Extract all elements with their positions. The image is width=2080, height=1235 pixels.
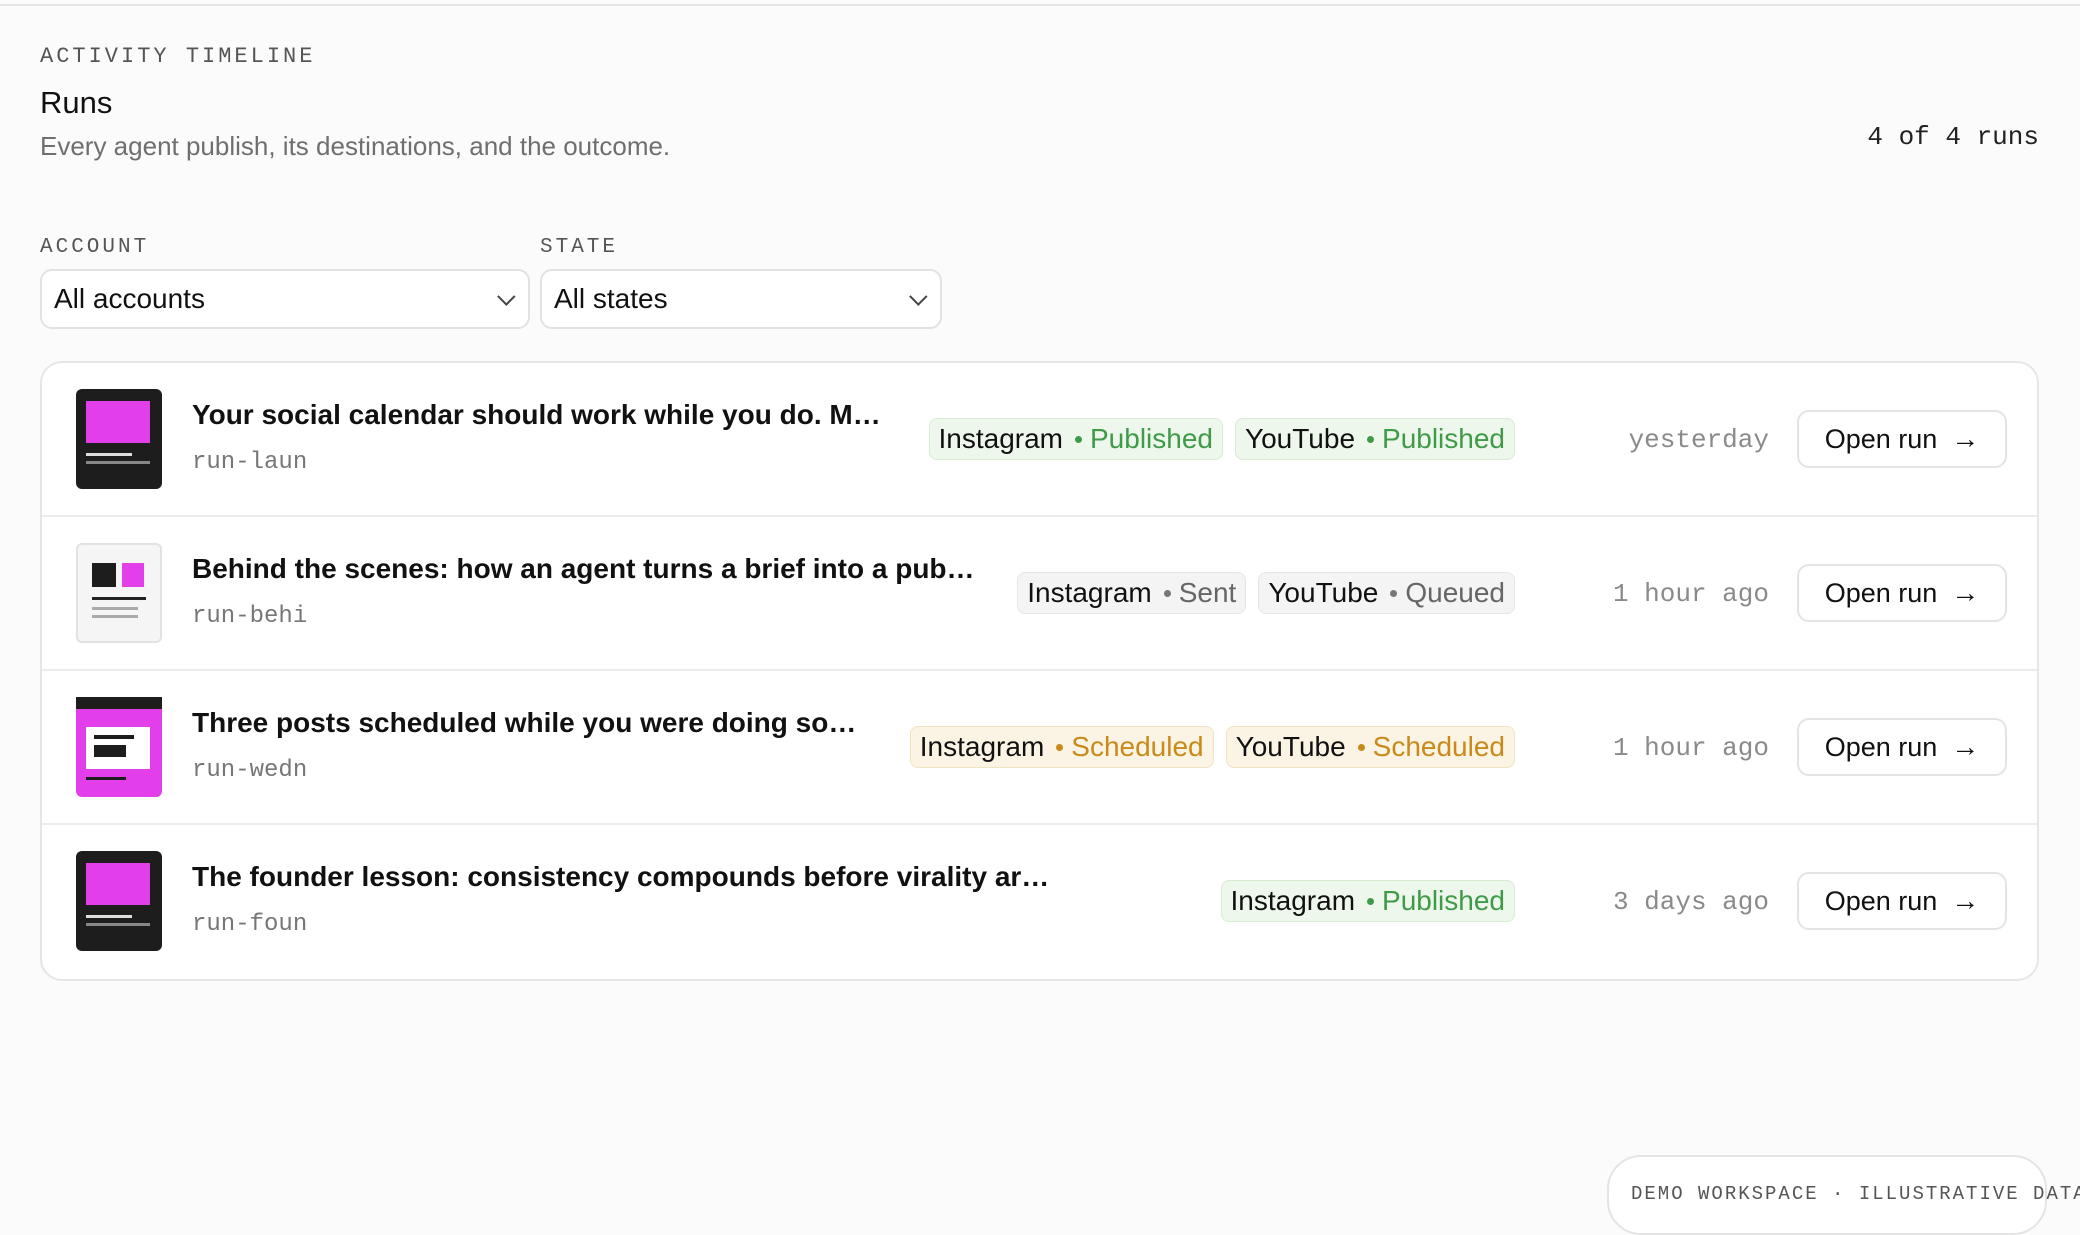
destination-pill: Instagram Sent <box>1017 572 1247 614</box>
status-dot-icon <box>1357 743 1365 751</box>
pill-platform: YouTube <box>1244 423 1356 454</box>
run-timestamp: 3 days ago <box>1612 887 1769 917</box>
status-dot-icon <box>1056 743 1064 751</box>
demo-workspace-badge: DEMO WORKSPACE · ILLUSTRATIVE DATA <box>1607 1155 2080 1235</box>
arrow-right-icon: → <box>1951 577 1980 608</box>
chevron-down-icon <box>909 286 928 306</box>
pill-status: Scheduled <box>1372 731 1505 762</box>
run-thumbnail <box>76 697 162 797</box>
state-select[interactable]: All states <box>540 269 942 329</box>
pill-platform: Instagram <box>1027 577 1152 608</box>
pill-status: Published <box>1382 423 1505 454</box>
run-row: Three posts scheduled while you were doi… <box>42 671 2037 825</box>
run-row: The founder lesson: consistency compound… <box>42 825 2037 979</box>
run-row: Behind the scenes: how an agent turns a … <box>42 517 2037 671</box>
open-run-button[interactable]: Open run → <box>1797 872 2007 930</box>
run-id: run-laun <box>192 449 308 476</box>
pill-platform: Instagram <box>919 731 1045 762</box>
destination-pill: YouTube Queued <box>1258 572 1515 614</box>
destination-pills: Instagram Sent YouTube Queued <box>1017 572 1515 614</box>
account-select[interactable]: All accounts <box>40 269 530 329</box>
run-title: Your social calendar should work while y… <box>192 399 881 430</box>
state-filter-label: STATE <box>540 236 619 259</box>
pill-status: Sent <box>1178 577 1237 608</box>
page-subtitle: Every agent publish, its destinations, a… <box>40 131 671 161</box>
section-eyebrow: ACTIVITY TIMELINE <box>40 44 316 69</box>
run-timestamp: 1 hour ago <box>1612 579 1769 609</box>
status-dot-icon <box>1075 435 1082 443</box>
run-thumbnail <box>76 389 162 489</box>
state-filter: STATE All states <box>540 236 942 329</box>
open-run-button[interactable]: Open run → <box>1797 410 2007 468</box>
page-header: ACTIVITY TIMELINE Runs Every agent publi… <box>40 44 2039 194</box>
runs-page: ACTIVITY TIMELINE Runs Every agent publi… <box>40 44 2039 981</box>
account-filter: ACCOUNT All accounts <box>40 236 530 329</box>
run-thumbnail <box>76 543 162 643</box>
pill-status: Scheduled <box>1071 731 1204 762</box>
pill-platform: Instagram <box>1230 885 1356 916</box>
run-title: The founder lesson: consistency compound… <box>192 861 1050 892</box>
open-run-button[interactable]: Open run → <box>1797 718 2007 776</box>
destination-pill: Instagram Published <box>1220 880 1515 922</box>
status-dot-icon <box>1390 589 1398 597</box>
pill-platform: Instagram <box>938 423 1064 454</box>
open-run-label: Open run <box>1824 731 1938 762</box>
status-dot-icon <box>1367 897 1375 905</box>
state-select-value: All states <box>554 283 668 314</box>
top-divider <box>0 0 2080 6</box>
destination-pill: Instagram Published <box>928 418 1223 460</box>
run-id: run-foun <box>192 911 308 938</box>
pill-platform: YouTube <box>1235 731 1346 762</box>
arrow-right-icon: → <box>1951 423 1980 454</box>
run-title: Three posts scheduled while you were doi… <box>192 707 857 738</box>
destination-pill: Instagram Scheduled <box>909 726 1214 768</box>
pill-status: Published <box>1090 423 1213 454</box>
pill-platform: YouTube <box>1268 577 1379 608</box>
open-run-button[interactable]: Open run → <box>1797 564 2007 622</box>
chevron-down-icon <box>497 286 516 306</box>
open-run-label: Open run <box>1824 423 1938 454</box>
run-thumbnail <box>76 851 162 951</box>
run-id: run-wedn <box>192 757 308 784</box>
status-dot-icon <box>1367 435 1375 443</box>
run-timestamp: 1 hour ago <box>1612 733 1769 763</box>
arrow-right-icon: → <box>1951 885 1980 916</box>
runs-count: 4 of 4 runs <box>1867 122 2039 152</box>
run-timestamp: yesterday <box>1628 425 1769 455</box>
destination-pill: YouTube Published <box>1234 418 1515 460</box>
filters-bar: ACCOUNT All accounts STATE All states <box>40 236 2039 329</box>
page-title: Runs <box>40 85 113 120</box>
destination-pills: Instagram Scheduled YouTube Scheduled <box>909 726 1515 768</box>
destination-pill: YouTube Scheduled <box>1225 726 1515 768</box>
account-select-value: All accounts <box>54 283 205 314</box>
runs-list: Your social calendar should work while y… <box>40 361 2039 981</box>
open-run-label: Open run <box>1824 577 1938 608</box>
status-dot-icon <box>1163 589 1171 597</box>
pill-status: Published <box>1382 885 1505 916</box>
pill-status: Queued <box>1405 577 1505 608</box>
run-title: Behind the scenes: how an agent turns a … <box>192 553 975 584</box>
account-filter-label: ACCOUNT <box>40 236 150 259</box>
run-row: Your social calendar should work while y… <box>42 363 2037 517</box>
arrow-right-icon: → <box>1951 731 1980 762</box>
destination-pills: Instagram Published <box>1220 880 1515 922</box>
destination-pills: Instagram Published YouTube Published <box>928 418 1515 460</box>
open-run-label: Open run <box>1824 885 1938 916</box>
run-id: run-behi <box>192 603 308 630</box>
